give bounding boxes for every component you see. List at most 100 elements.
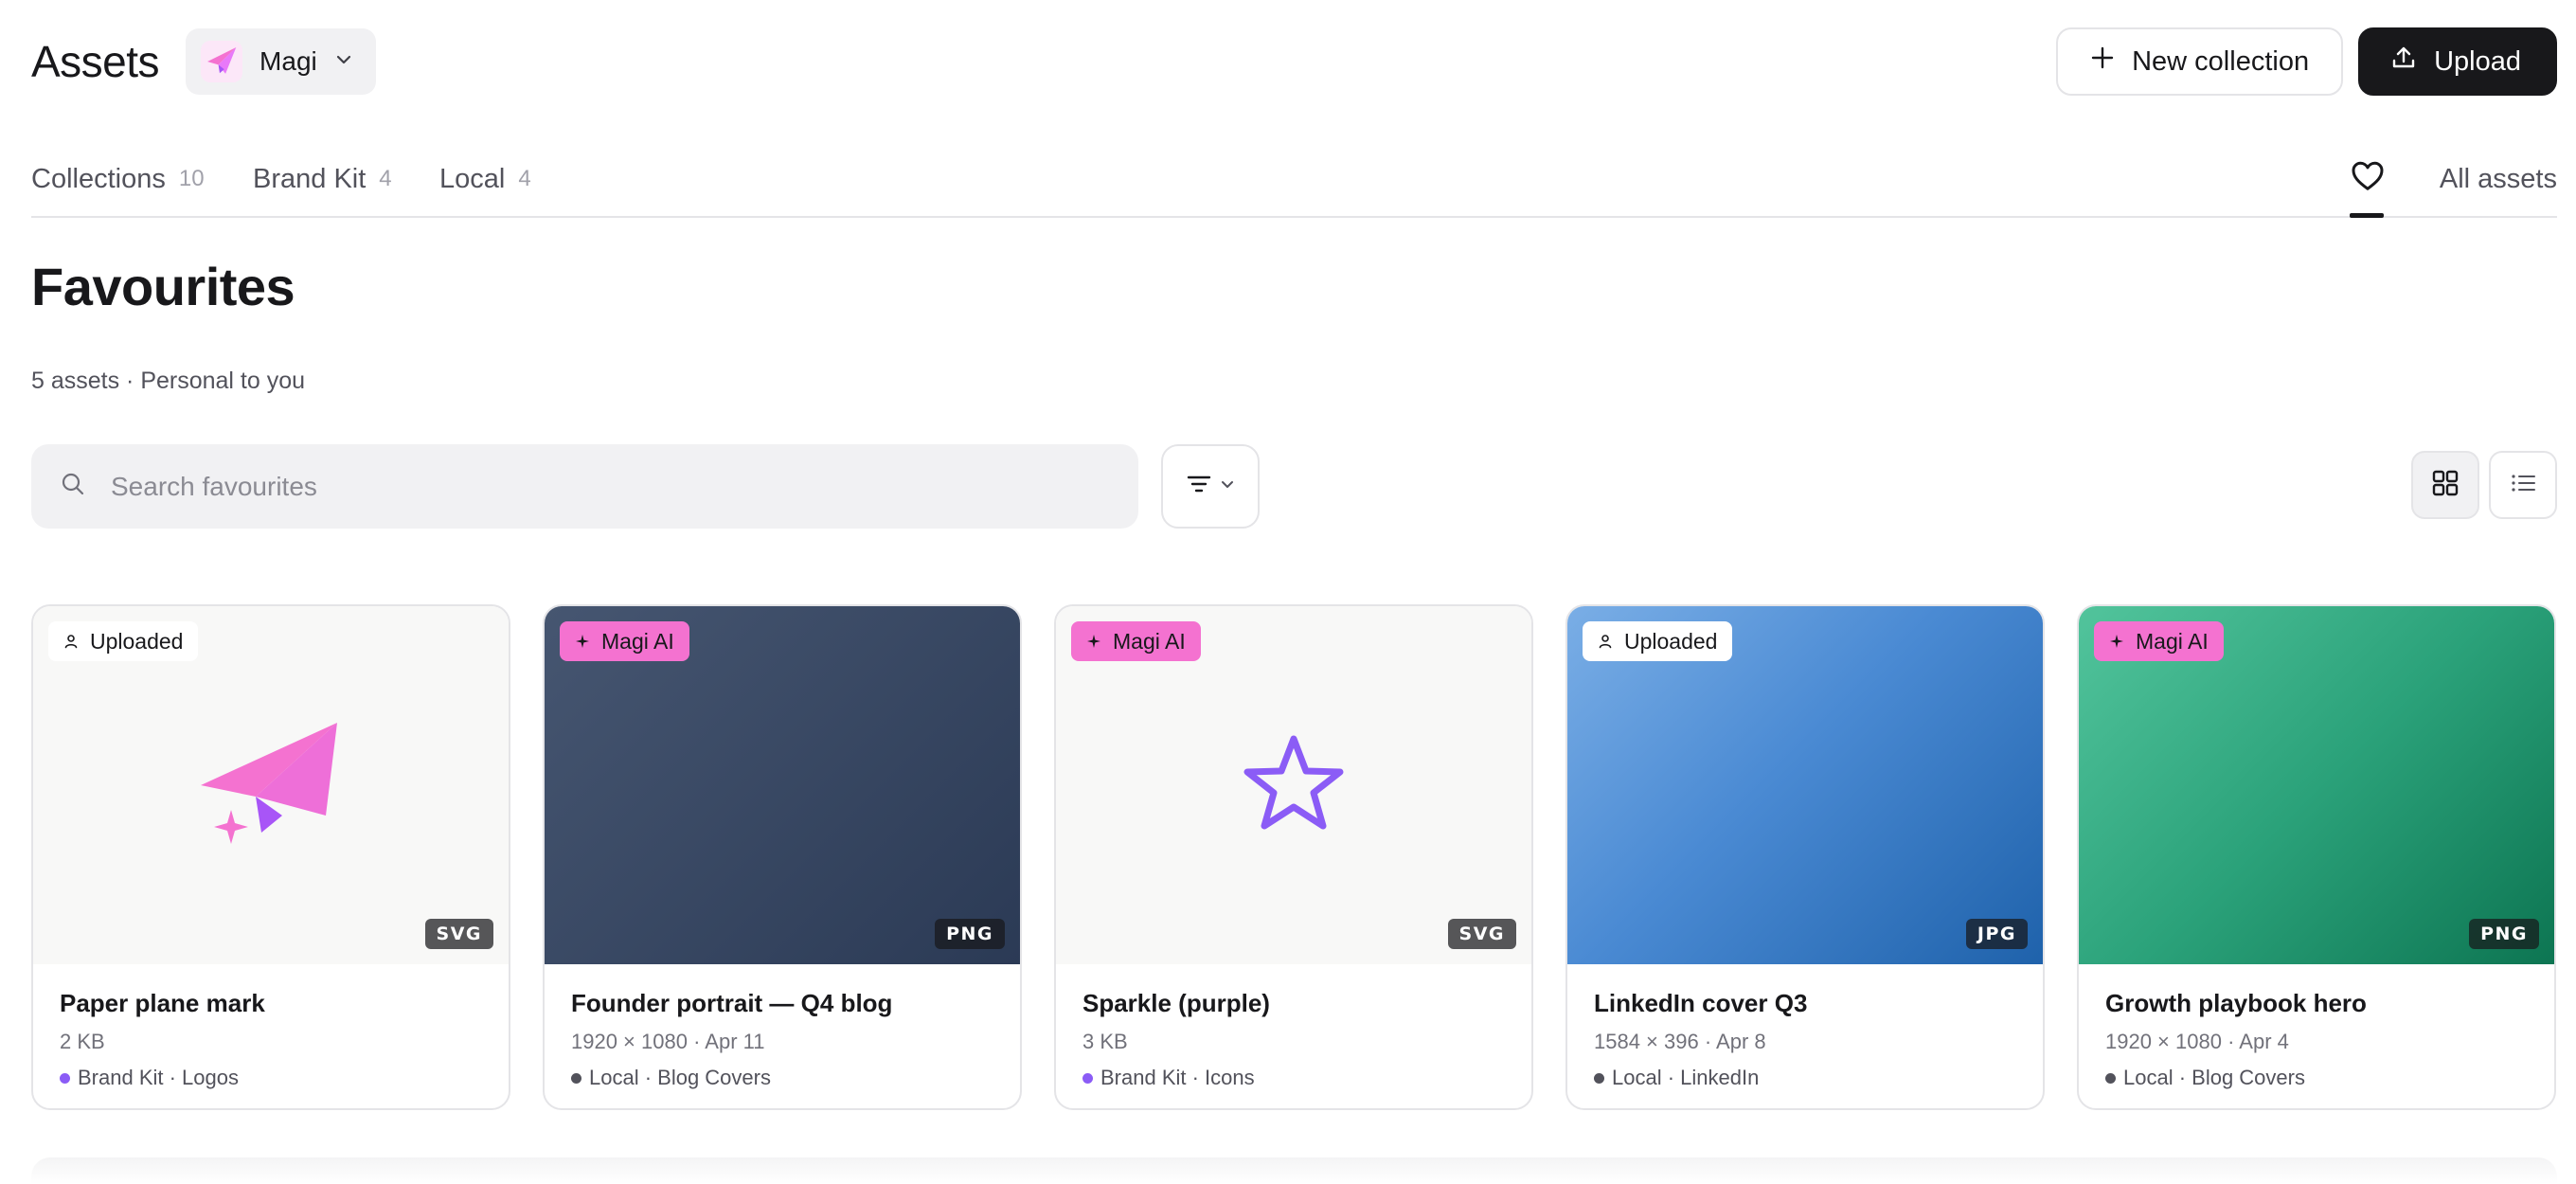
filter-icon: [1186, 473, 1212, 500]
search-input[interactable]: [111, 471, 1058, 502]
source-label: Uploaded: [90, 628, 184, 654]
next-row-edge: [31, 1157, 2557, 1184]
upload-label: Upload: [2434, 45, 2521, 77]
tab-count: 4: [518, 166, 531, 191]
star-icon: [1242, 734, 1346, 837]
tab-all-assets[interactable]: All assets: [2440, 142, 2557, 216]
new-collection-label: New collection: [2132, 45, 2310, 77]
format-badge: SVG: [424, 919, 493, 949]
asset-card[interactable]: Magi AI PNG Growth playbook hero 1920 × …: [2077, 604, 2556, 1110]
tab-local[interactable]: Local 4: [439, 142, 531, 216]
sparkle-icon: [2109, 629, 2124, 655]
tab-count: 4: [379, 166, 392, 191]
source-label: Magi AI: [2136, 628, 2209, 654]
search-icon: [60, 471, 86, 502]
sparkle-icon: [575, 629, 590, 655]
asset-card[interactable]: Magi AI SVG Sparkle (purple) 3 KB Brand …: [1054, 604, 1533, 1110]
asset-details: 1920 × 1080 · Apr 11: [571, 1030, 765, 1053]
heart-icon: [2351, 159, 2385, 199]
tab-brand-kit[interactable]: Brand Kit 4: [253, 142, 392, 216]
chevron-down-icon: [1220, 476, 1235, 496]
source-badge: Magi AI: [2094, 621, 2224, 661]
asset-details: 3 KB: [1082, 1030, 1128, 1053]
grid-icon: [2431, 469, 2460, 502]
location-label: Local · LinkedIn: [1612, 1066, 1760, 1089]
list-icon: [2509, 469, 2537, 502]
workspace-switcher[interactable]: Magi: [186, 28, 376, 95]
view-toggle: [2411, 451, 2557, 519]
plus-icon: [2090, 45, 2115, 78]
asset-location: Local · Blog Covers: [571, 1066, 993, 1090]
location-label: Local · Blog Covers: [2123, 1066, 2305, 1089]
source-label: Uploaded: [1624, 628, 1718, 654]
asset-name: LinkedIn cover Q3: [1594, 989, 1808, 1017]
asset-name: Founder portrait — Q4 blog: [571, 989, 893, 1017]
asset-location: Brand Kit · Icons: [1082, 1066, 1505, 1090]
asset-thumbnail: Magi AI SVG: [1056, 606, 1531, 964]
active-tab-indicator: [2350, 213, 2384, 218]
tab-collections[interactable]: Collections 10: [31, 142, 205, 216]
new-collection-button[interactable]: New collection: [2056, 27, 2344, 96]
user-icon: [1598, 629, 1613, 655]
asset-location: Local · Blog Covers: [2105, 1066, 2528, 1090]
asset-thumbnail: Uploaded JPG: [1567, 606, 2043, 964]
asset-card[interactable]: Uploaded JPG LinkedIn cover Q3 1584 × 39…: [1565, 604, 2045, 1110]
user-icon: [63, 629, 79, 655]
asset-card[interactable]: Magi AI PNG Founder portrait — Q4 blog 1…: [543, 604, 1022, 1110]
asset-details: 1584 × 396 · Apr 8: [1594, 1030, 1766, 1053]
format-badge: SVG: [1447, 919, 1516, 949]
paper-plane-icon: [201, 41, 243, 82]
format-badge: JPG: [1965, 919, 2028, 949]
asset-name: Growth playbook hero: [2105, 989, 2367, 1017]
chevron-down-icon: [334, 50, 353, 74]
location-dot: [60, 1072, 70, 1084]
list-view-button[interactable]: [2489, 451, 2557, 519]
grid-view-button[interactable]: [2411, 451, 2479, 519]
source-badge: Uploaded: [48, 621, 199, 661]
asset-location: Local · LinkedIn: [1594, 1066, 2016, 1090]
asset-name: Paper plane mark: [60, 989, 265, 1017]
tab-label: Brand Kit: [253, 163, 367, 194]
source-badge: Magi AI: [560, 621, 689, 661]
asset-name: Sparkle (purple): [1082, 989, 1270, 1017]
source-badge: Uploaded: [1583, 621, 1733, 661]
asset-card[interactable]: Uploaded SVG Paper plane mark 2 KB Brand…: [31, 604, 510, 1110]
format-badge: PNG: [935, 919, 1005, 949]
source-label: Magi AI: [1113, 628, 1186, 654]
asset-details: 1920 × 1080 · Apr 4: [2105, 1030, 2289, 1053]
asset-grid: Uploaded SVG Paper plane mark 2 KB Brand…: [31, 604, 2556, 1110]
tab-favourites[interactable]: [2346, 142, 2389, 218]
upload-button[interactable]: Upload: [2358, 27, 2557, 96]
asset-meta: Growth playbook hero 1920 × 1080 · Apr 4…: [2079, 964, 2554, 1090]
tab-label: Local: [439, 163, 506, 194]
asset-thumbnail: Magi AI PNG: [2079, 606, 2554, 964]
paper-plane-icon: [195, 717, 347, 854]
top-bar: Assets Magi New collection Upload: [31, 27, 2557, 97]
asset-meta: Founder portrait — Q4 blog 1920 × 1080 ·…: [545, 964, 1020, 1090]
header-actions: New collection Upload: [2056, 27, 2557, 96]
source-label: Magi AI: [601, 628, 674, 654]
asset-tabs: Collections 10 Brand Kit 4 Local 4 All a…: [31, 142, 2557, 218]
sparkle-icon: [1086, 629, 1101, 655]
asset-details: 2 KB: [60, 1030, 105, 1053]
asset-meta: LinkedIn cover Q3 1584 × 396 · Apr 8 Loc…: [1567, 964, 2043, 1090]
location-dot: [1082, 1072, 1093, 1084]
page-title: Favourites: [31, 257, 295, 316]
page-subtitle: 5 assets · Personal to you: [31, 368, 306, 394]
asset-location: Brand Kit · Logos: [60, 1066, 482, 1090]
source-badge: Magi AI: [1071, 621, 1201, 661]
asset-meta: Paper plane mark 2 KB Brand Kit · Logos: [33, 964, 509, 1090]
app-title: Assets: [31, 37, 160, 86]
tab-label: Collections: [31, 163, 166, 194]
location-dot: [2105, 1072, 2116, 1084]
format-badge: PNG: [2469, 919, 2539, 949]
workspace-name: Magi: [259, 46, 317, 76]
location-label: Brand Kit · Logos: [78, 1066, 239, 1089]
tab-count: 10: [178, 166, 205, 191]
location-dot: [571, 1072, 581, 1084]
filter-button[interactable]: [1161, 444, 1260, 529]
search-bar: [31, 444, 1138, 529]
location-label: Brand Kit · Icons: [1100, 1066, 1255, 1089]
asset-meta: Sparkle (purple) 3 KB Brand Kit · Icons: [1056, 964, 1531, 1090]
asset-thumbnail: Magi AI PNG: [545, 606, 1020, 964]
